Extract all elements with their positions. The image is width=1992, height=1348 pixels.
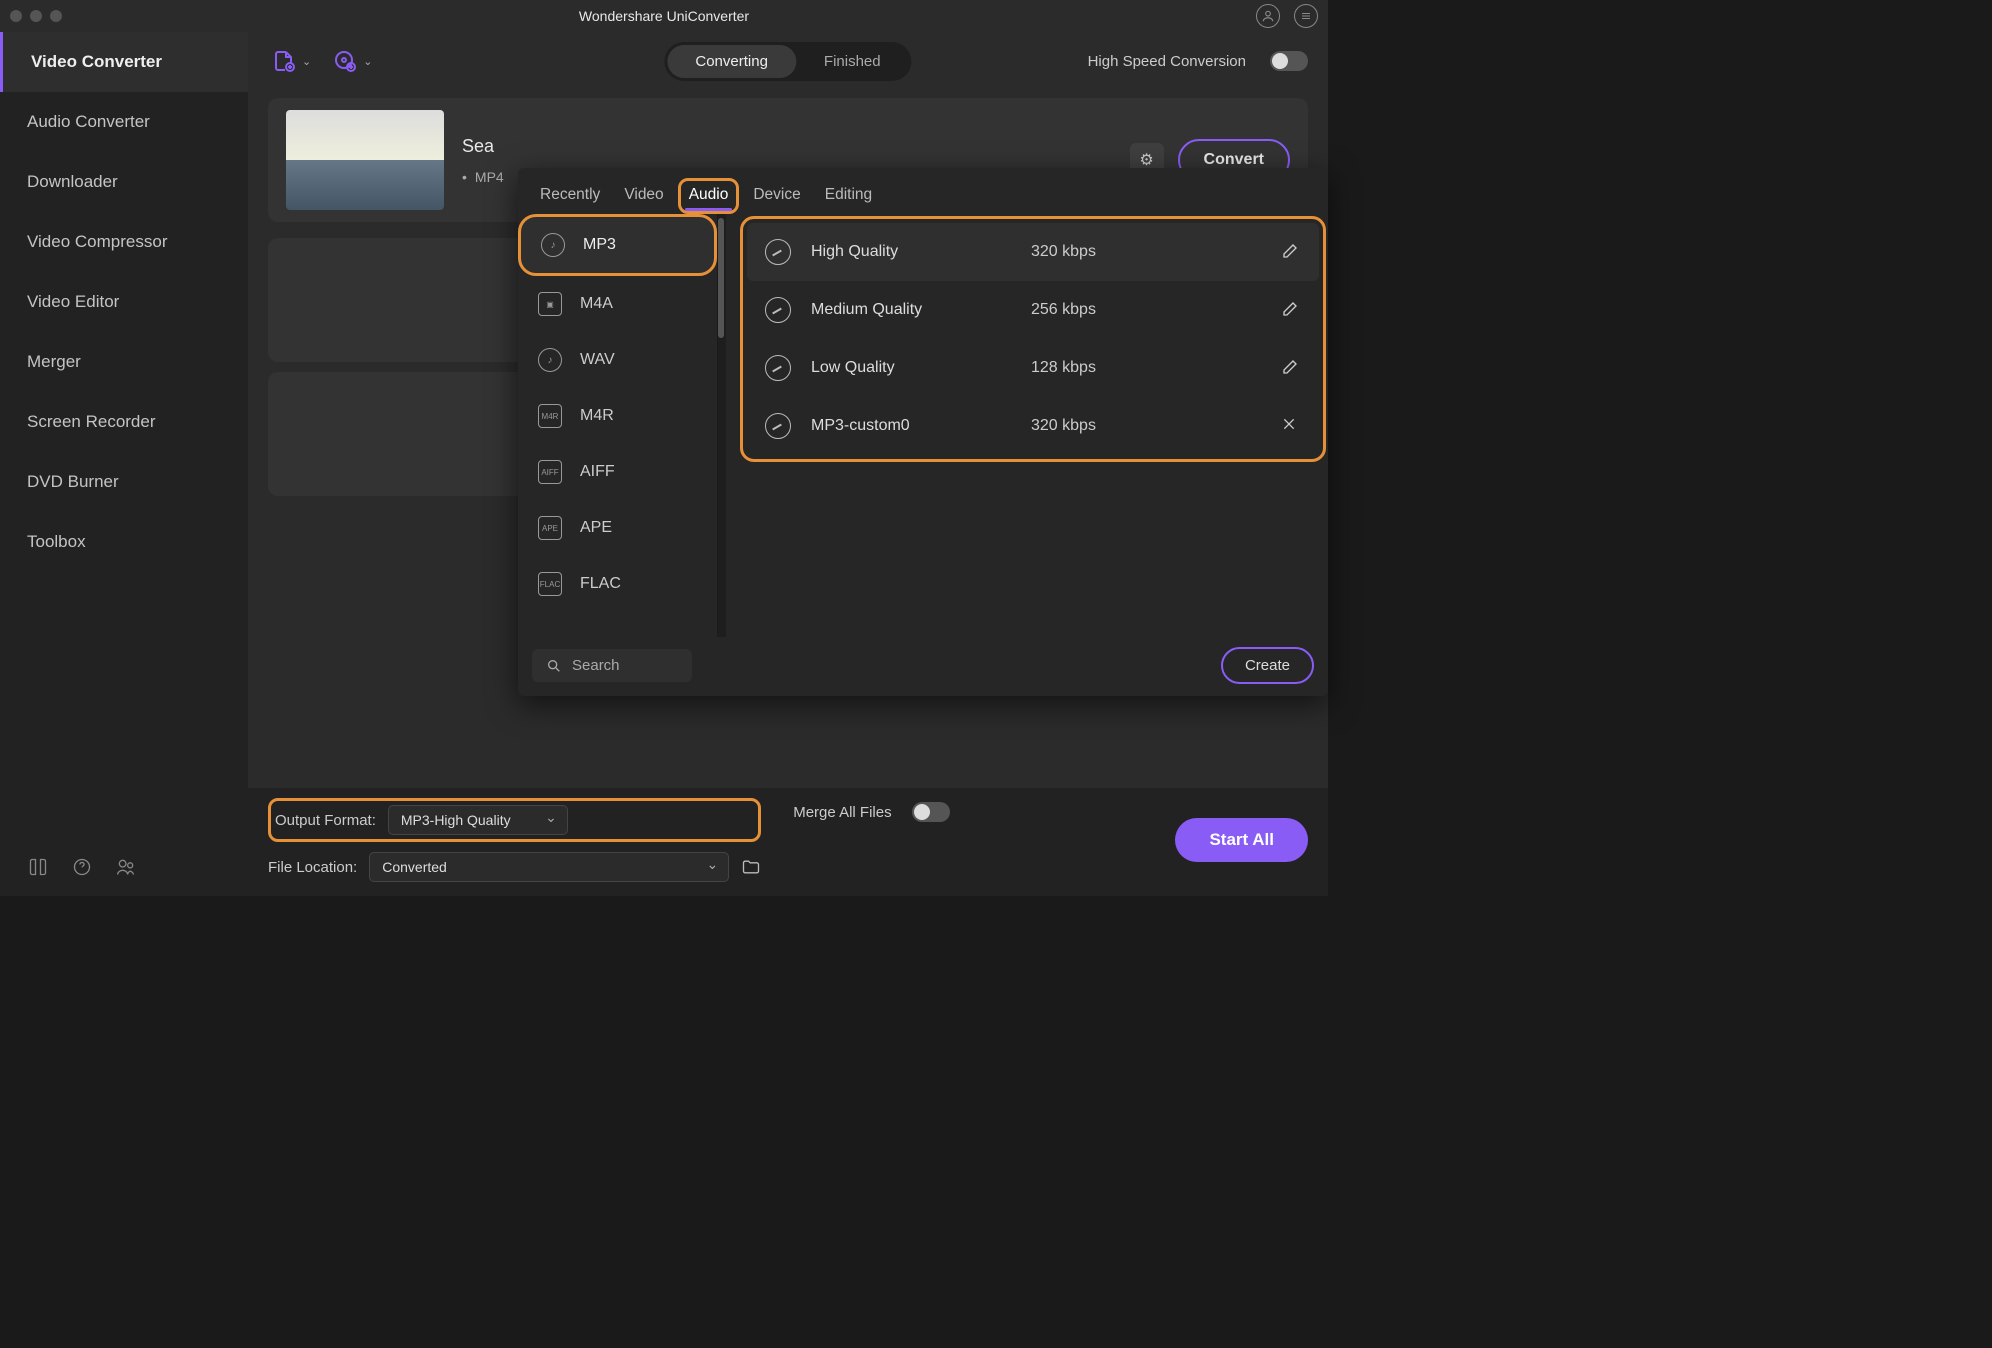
format-mp3[interactable]: ♪MP3 [518,214,717,276]
audio-format-icon: APE [538,516,562,540]
format-m4a[interactable]: ▣M4A [518,276,717,332]
close-window-icon[interactable] [10,10,22,22]
format-popover: Recently Video Audio Device Editing ♪MP3… [518,168,1328,696]
tab-video[interactable]: Video [614,178,673,214]
seg-finished[interactable]: Finished [796,45,909,78]
tab-audio[interactable]: Audio [678,178,740,214]
merge-label: Merge All Files [793,804,891,821]
format-m4r[interactable]: M4RM4R [518,388,717,444]
audio-format-icon: AIFF [538,460,562,484]
content-area: ⌄ ⌄ Converting Finished High Speed Conve… [248,32,1328,896]
format-wav[interactable]: ♪WAV [518,332,717,388]
file-format: MP4 [462,169,504,185]
sidebar-item-merger[interactable]: Merger [3,332,248,392]
help-icon[interactable] [71,856,93,878]
output-format-select[interactable]: MP3-High Quality [388,805,568,835]
app-title: Wondershare UniConverter [579,8,749,24]
sidebar-item-toolbox[interactable]: Toolbox [3,512,248,572]
search-icon [546,658,562,674]
guide-icon[interactable] [27,856,49,878]
quality-medium[interactable]: Medium Quality 256 kbps [747,281,1319,339]
sidebar-item-dvd-burner[interactable]: DVD Burner [3,452,248,512]
format-list[interactable]: ♪MP3 ▣M4A ♪WAV M4RM4R AIFFAIFF APEAPE FL… [518,214,718,637]
sidebar-item-video-compressor[interactable]: Video Compressor [3,212,248,272]
thumbnail[interactable] [286,110,444,210]
add-file-button[interactable]: ⌄ [268,45,315,77]
footer: Output Format: MP3-High Quality File Loc… [248,788,1328,896]
edit-icon[interactable] [1281,300,1301,320]
edit-icon[interactable] [1281,358,1301,378]
quality-icon [765,413,791,439]
format-aiff[interactable]: AIFFAIFF [518,444,717,500]
sidebar-item-video-editor[interactable]: Video Editor [3,272,248,332]
tab-editing[interactable]: Editing [815,178,882,214]
window-controls [10,10,62,22]
feedback-icon[interactable] [115,856,137,878]
sidebar-item-downloader[interactable]: Downloader [3,152,248,212]
tab-device[interactable]: Device [743,178,810,214]
add-dvd-button[interactable]: ⌄ [329,45,376,77]
quality-icon [765,355,791,381]
output-format-label: Output Format: [275,812,376,829]
quality-list: High Quality 320 kbps Medium Quality 256… [740,216,1326,462]
toolbar: ⌄ ⌄ Converting Finished High Speed Conve… [248,32,1328,90]
create-button[interactable]: Create [1221,647,1314,684]
close-icon[interactable] [1281,416,1301,436]
high-speed-toggle[interactable] [1270,51,1308,71]
file-title: Sea [462,136,1112,157]
seg-converting[interactable]: Converting [667,45,796,78]
quality-icon [765,239,791,265]
maximize-window-icon[interactable] [50,10,62,22]
chevron-down-icon: ⌄ [302,55,311,68]
start-all-button[interactable]: Start All [1175,818,1308,862]
quality-custom0[interactable]: MP3-custom0 320 kbps [747,397,1319,455]
audio-format-icon: ♪ [541,233,565,257]
status-segmented: Converting Finished [664,42,911,81]
popover-tabs: Recently Video Audio Device Editing [518,168,1328,214]
sidebar: Video Converter Audio Converter Download… [0,32,248,896]
file-location-label: File Location: [268,859,357,876]
audio-format-icon: ♪ [538,348,562,372]
edit-icon[interactable] [1281,242,1301,262]
merge-toggle[interactable] [912,802,950,822]
open-folder-icon[interactable] [741,857,761,877]
quality-icon [765,297,791,323]
search-input[interactable]: Search [532,649,692,682]
high-speed-label: High Speed Conversion [1088,53,1246,70]
titlebar: Wondershare UniConverter [0,0,1328,32]
scrollbar[interactable] [718,218,724,338]
quality-low[interactable]: Low Quality 128 kbps [747,339,1319,397]
file-location-select[interactable]: Converted [369,852,729,882]
sidebar-item-screen-recorder[interactable]: Screen Recorder [3,392,248,452]
audio-format-icon: FLAC [538,572,562,596]
tab-recently[interactable]: Recently [530,178,610,214]
audio-format-icon: ▣ [538,292,562,316]
format-ape[interactable]: APEAPE [518,500,717,556]
format-flac[interactable]: FLACFLAC [518,556,717,612]
sidebar-item-video-converter[interactable]: Video Converter [0,32,248,92]
audio-format-icon: M4R [538,404,562,428]
account-icon[interactable] [1256,4,1280,28]
chevron-down-icon: ⌄ [363,55,372,68]
menu-icon[interactable] [1294,4,1318,28]
quality-high[interactable]: High Quality 320 kbps [747,223,1319,281]
minimize-window-icon[interactable] [30,10,42,22]
sidebar-item-audio-converter[interactable]: Audio Converter [3,92,248,152]
